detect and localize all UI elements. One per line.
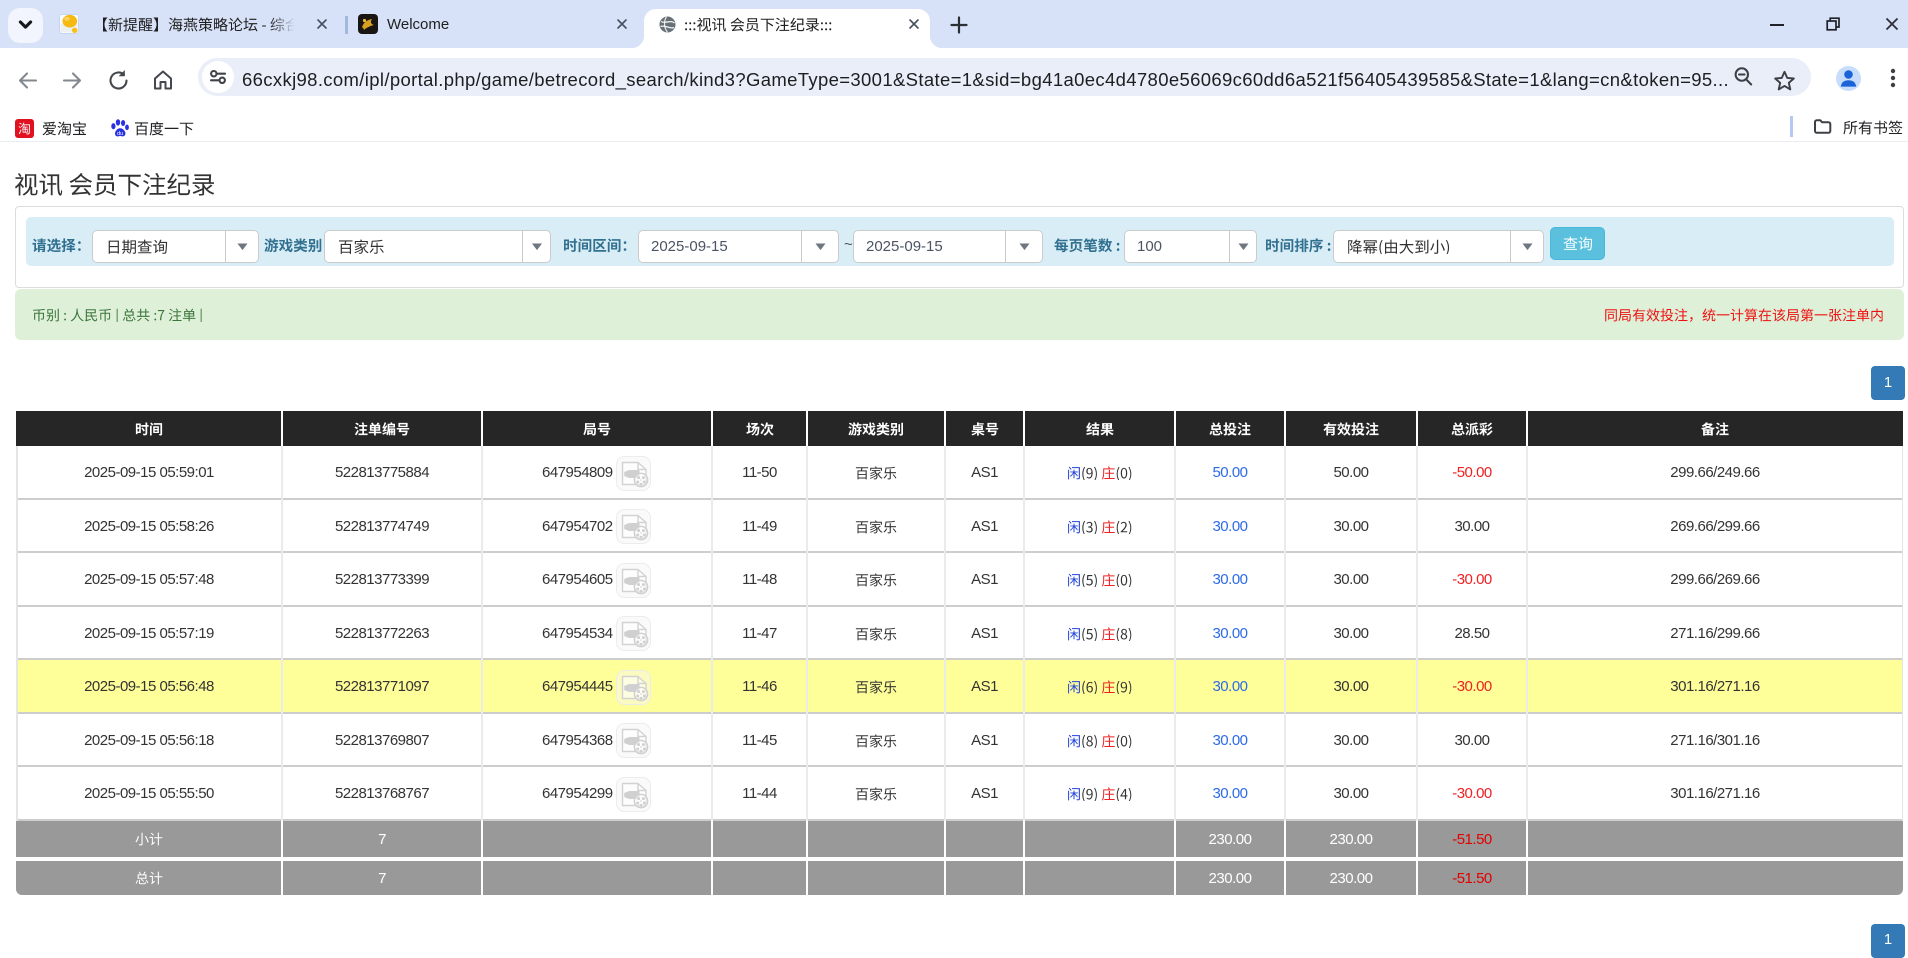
svg-text:du: du	[117, 131, 123, 137]
